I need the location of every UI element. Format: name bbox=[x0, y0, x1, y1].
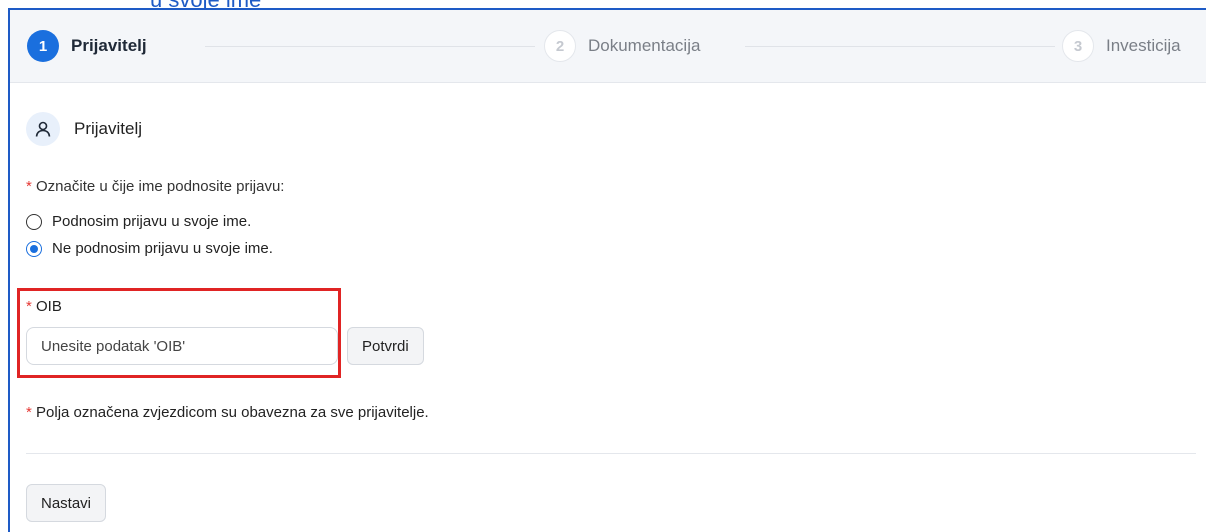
radio-button-checked[interactable] bbox=[26, 240, 42, 257]
section-header: Prijavitelj bbox=[26, 112, 142, 146]
step-label: Investicija bbox=[1106, 36, 1181, 55]
radio-own-name[interactable]: Podnosim prijavu u svoje ime. bbox=[26, 213, 251, 230]
required-asterisk: * bbox=[26, 178, 32, 195]
stepper: 1 Prijavitelj 2 Dokumentacija 3 Investic… bbox=[10, 10, 1206, 83]
user-icon bbox=[26, 112, 60, 146]
radio-button[interactable] bbox=[26, 213, 42, 230]
required-asterisk: * bbox=[26, 404, 32, 421]
step-label: Prijavitelj bbox=[71, 36, 147, 55]
required-asterisk: * bbox=[26, 298, 32, 315]
oib-label: * OIB bbox=[26, 298, 62, 315]
step-number: 2 bbox=[544, 30, 576, 62]
oib-input[interactable] bbox=[26, 327, 338, 365]
step-number: 3 bbox=[1062, 30, 1094, 62]
step-connector bbox=[745, 46, 1055, 47]
step-3[interactable]: 3 Investicija bbox=[1062, 30, 1181, 62]
required-note-text: Polja označena zvjezdicom su obavezna za… bbox=[36, 404, 429, 421]
question-text: Označite u čije ime podnosite prijavu: bbox=[36, 178, 285, 195]
step-number: 1 bbox=[27, 30, 59, 62]
radio-label: Podnosim prijavu u svoje ime. bbox=[52, 213, 252, 230]
confirm-button[interactable]: Potvrdi bbox=[347, 327, 424, 365]
step-2[interactable]: 2 Dokumentacija bbox=[544, 30, 700, 62]
radio-not-own-name[interactable]: Ne podnosim prijavu u svoje ime. bbox=[26, 240, 273, 257]
divider bbox=[26, 453, 1196, 454]
step-connector bbox=[205, 46, 535, 47]
step-1[interactable]: 1 Prijavitelj bbox=[27, 30, 147, 62]
section-title: Prijavitelj bbox=[74, 119, 143, 138]
required-note: * Polja označena zvjezdicom su obavezna … bbox=[26, 404, 429, 421]
oib-label-text: OIB bbox=[36, 298, 62, 315]
continue-button[interactable]: Nastavi bbox=[26, 484, 107, 522]
radio-label: Ne podnosim prijavu u svoje ime. bbox=[52, 240, 273, 257]
applicant-question: * Označite u čije ime podnosite prijavu: bbox=[26, 178, 284, 195]
step-label: Dokumentacija bbox=[588, 36, 701, 55]
